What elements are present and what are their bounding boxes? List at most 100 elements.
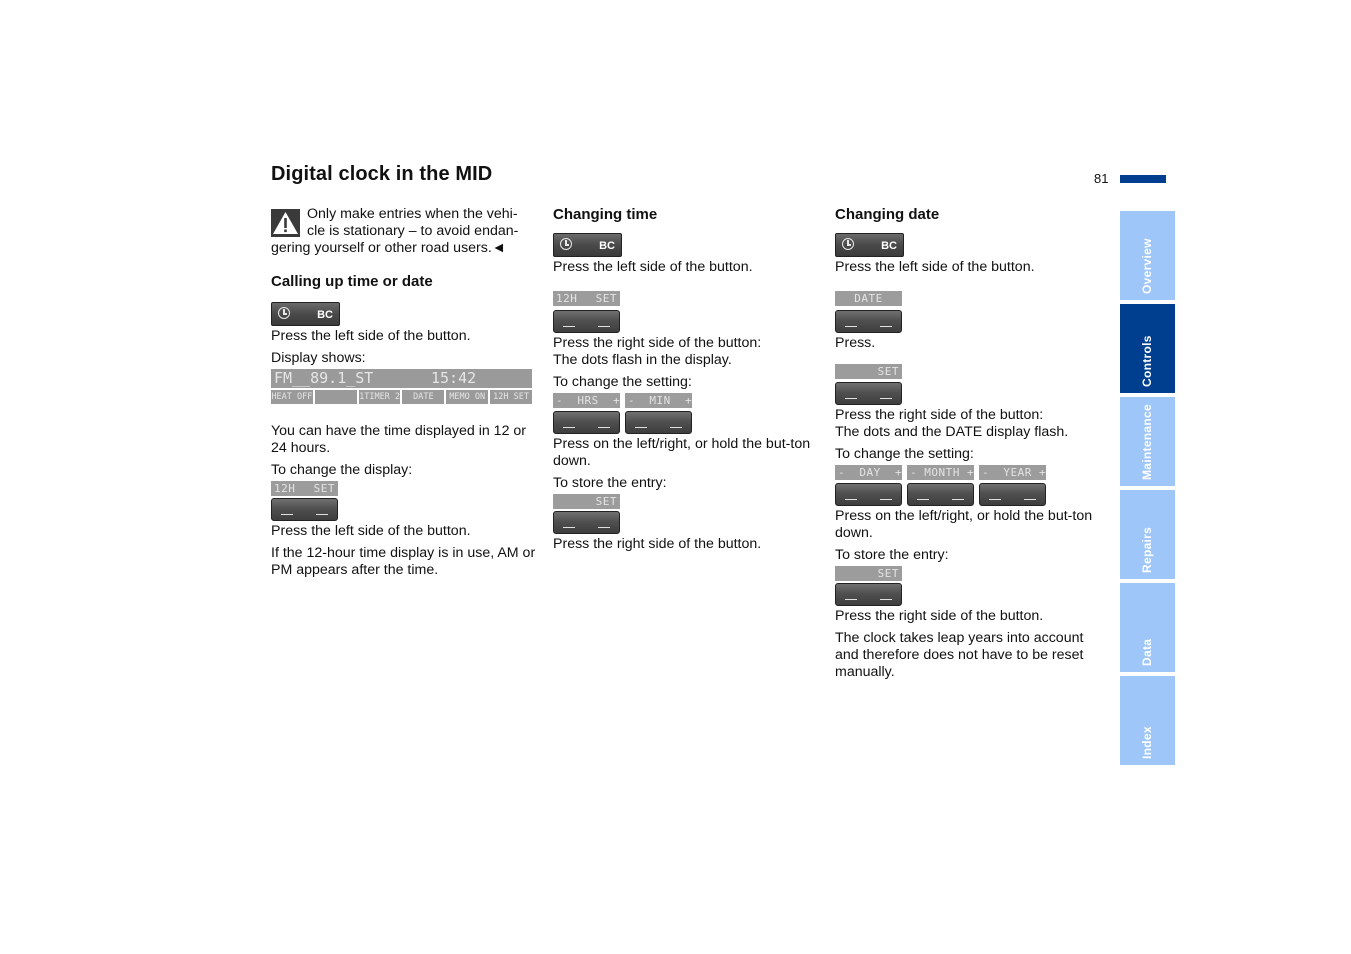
section-heading-calling-up: Calling up time or date bbox=[271, 273, 433, 290]
tab-overview[interactable]: Overview bbox=[1120, 211, 1175, 300]
month-control: - MONTH + bbox=[907, 465, 974, 506]
tab-controls[interactable]: Controls bbox=[1120, 304, 1175, 393]
clock-icon bbox=[560, 238, 572, 250]
warning-triangle-icon bbox=[271, 209, 300, 237]
min-rocker-button[interactable] bbox=[625, 411, 692, 434]
tab-maintenance[interactable]: Maintenance bbox=[1120, 397, 1175, 486]
lcd-set: SET bbox=[835, 364, 902, 379]
rocker-button[interactable] bbox=[835, 310, 902, 333]
hrs-rocker-button[interactable] bbox=[553, 411, 620, 434]
paragraph-press-hold: Press on the left/right, or hold the but… bbox=[553, 436, 811, 469]
clock-icon bbox=[842, 238, 854, 250]
display-key-memo-on: MEMO ON bbox=[446, 390, 489, 404]
lcd-year: - YEAR + bbox=[979, 465, 1046, 480]
paragraph-12-24: You can have the time displayed in 12 or… bbox=[271, 423, 527, 456]
instruction-line: Press the right side of the button: bbox=[835, 407, 1044, 423]
lcd-12h-set: 12H SET bbox=[271, 481, 338, 496]
paragraph-store-entry: To store the entry: bbox=[553, 475, 667, 491]
display-shows-label: Display shows: bbox=[271, 350, 366, 366]
tab-repairs[interactable]: Repairs bbox=[1120, 490, 1175, 579]
bc-button[interactable]: BC bbox=[553, 233, 622, 257]
page-title: Digital clock in the MID bbox=[271, 163, 493, 185]
lcd-month-label: - MONTH + bbox=[910, 466, 975, 479]
lcd-12h-label: 12H bbox=[274, 482, 296, 495]
instruction-text: Press the right side of the button. bbox=[553, 536, 762, 552]
lcd-day-label: - DAY + bbox=[838, 466, 903, 479]
tab-label: Maintenance bbox=[1139, 404, 1154, 480]
tab-label: Overview bbox=[1139, 238, 1154, 294]
display-key-date: DATE bbox=[402, 390, 445, 404]
display-top-line: FM__89.1_ST 15:42 bbox=[271, 369, 532, 388]
min-control: - MIN + bbox=[625, 393, 692, 434]
paragraph-change-setting: To change the setting: bbox=[835, 446, 974, 462]
tab-label: Index bbox=[1139, 726, 1154, 759]
section-heading-changing-time: Changing time bbox=[553, 206, 658, 223]
lcd-date: DATE bbox=[835, 291, 902, 306]
lcd-set: SET bbox=[835, 566, 902, 581]
display-key-12h-set: 12H SET bbox=[490, 390, 532, 404]
bc-button[interactable]: BC bbox=[835, 233, 904, 257]
tab-label: Controls bbox=[1139, 335, 1154, 387]
lcd-month: - MONTH + bbox=[907, 465, 974, 480]
warning-line-3: gering yourself or other road users.◄ bbox=[271, 240, 506, 256]
paragraph-leap-years: The clock takes leap years into account … bbox=[835, 630, 1084, 680]
lcd-hrs: - HRS + bbox=[553, 393, 620, 408]
chapter-tabs: Overview Controls Maintenance Repairs Da… bbox=[1120, 211, 1175, 769]
day-control: - DAY + bbox=[835, 465, 902, 506]
paragraph-change-setting: To change the setting: bbox=[553, 374, 692, 390]
paragraph-am-pm: If the 12-hour time display is in use, A… bbox=[271, 545, 536, 578]
month-rocker-button[interactable] bbox=[907, 483, 974, 506]
bc-label: BC bbox=[599, 240, 615, 252]
rocker-button[interactable] bbox=[835, 583, 902, 606]
year-rocker-button[interactable] bbox=[979, 483, 1046, 506]
paragraph-change-display: To change the display: bbox=[271, 462, 413, 478]
lcd-min: - MIN + bbox=[625, 393, 692, 408]
instruction-text: Press the left side of the button. bbox=[835, 259, 1035, 275]
lcd-day: - DAY + bbox=[835, 465, 902, 480]
day-month-year-controls: - DAY + - MONTH + - YEAR + bbox=[835, 465, 1100, 506]
instruction-text: Press. bbox=[835, 335, 876, 351]
tab-label: Data bbox=[1139, 638, 1154, 666]
display-key-timer: 1TIMER 2 bbox=[358, 390, 401, 404]
rocker-button[interactable] bbox=[553, 310, 620, 333]
lcd-12h-set: 12H SET bbox=[553, 291, 620, 306]
display-key-heat-off: HEAT OFF bbox=[271, 390, 313, 404]
lcd-year-label: - YEAR + bbox=[982, 466, 1047, 479]
instruction-text: Press the left side of the button. bbox=[271, 328, 471, 344]
bc-label: BC bbox=[881, 240, 897, 252]
instruction-text: Press the right side of the button. bbox=[835, 608, 1044, 624]
clock-readout: 15:42 bbox=[431, 369, 477, 387]
lcd-hrs-label: - HRS + bbox=[556, 394, 621, 407]
hrs-control: - HRS + bbox=[553, 393, 620, 434]
bc-button[interactable]: BC bbox=[271, 302, 340, 326]
lcd-min-label: - MIN + bbox=[628, 394, 693, 407]
tab-data[interactable]: Data bbox=[1120, 583, 1175, 672]
day-rocker-button[interactable] bbox=[835, 483, 902, 506]
tab-label: Repairs bbox=[1139, 526, 1154, 573]
radio-readout: FM__89.1_ST bbox=[274, 369, 374, 387]
clock-icon bbox=[278, 307, 290, 319]
rocker-button[interactable] bbox=[553, 511, 620, 534]
display-key-blank bbox=[314, 390, 357, 404]
mid-display: FM__89.1_ST 15:42 HEAT OFF 1TIMER 2 DATE… bbox=[271, 369, 532, 404]
instruction-line: The dots flash in the display. bbox=[553, 352, 732, 368]
bc-label: BC bbox=[317, 309, 333, 321]
warning-line-2: cle is stationary – to avoid endan- bbox=[307, 223, 519, 239]
page-number-bar bbox=[1120, 175, 1166, 183]
section-heading-changing-date: Changing date bbox=[835, 206, 940, 223]
paragraph-press-hold: Press on the left/right, or hold the but… bbox=[835, 508, 1093, 541]
rocker-button[interactable] bbox=[835, 382, 902, 405]
lcd-set-label: SET bbox=[595, 292, 617, 305]
lcd-set-label: SET bbox=[313, 482, 335, 495]
warning-note: Only make entries when the vehi- cle is … bbox=[271, 206, 536, 257]
rocker-button[interactable] bbox=[271, 498, 338, 521]
column-changing-time: Changing time BC Press the left side of … bbox=[553, 206, 818, 558]
instruction-text: Press the left side of the button. bbox=[553, 259, 753, 275]
lcd-12h-label: 12H bbox=[556, 292, 578, 305]
warning-line-1: Only make entries when the vehi- bbox=[307, 206, 518, 222]
instruction-text: Press the left side of the button. bbox=[271, 523, 471, 539]
instruction-line: The dots and the DATE display flash. bbox=[835, 424, 1069, 440]
hrs-min-controls: - HRS + - MIN + bbox=[553, 393, 818, 434]
tab-index[interactable]: Index bbox=[1120, 676, 1175, 765]
column-calling-up: Only make entries when the vehi- cle is … bbox=[271, 206, 536, 584]
